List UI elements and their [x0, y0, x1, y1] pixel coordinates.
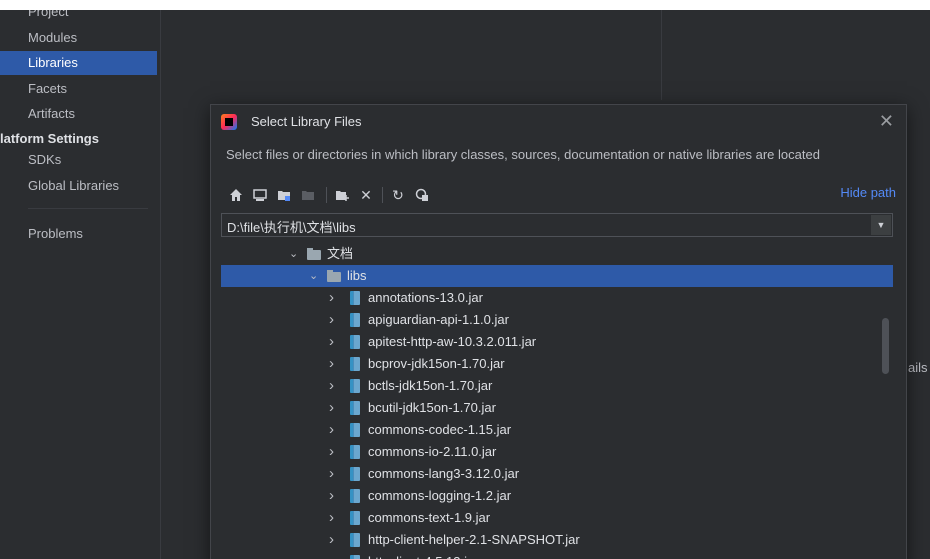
intellij-logo-icon [221, 114, 237, 130]
tree-row-jar[interactable]: › commons-text-1.9.jar [221, 507, 893, 529]
jar-icon [350, 511, 360, 525]
sidebar-item-libraries[interactable]: Libraries [0, 51, 157, 75]
chevron-right-icon[interactable]: › [329, 507, 334, 529]
dialog-title-bar: Select Library Files ✕ [211, 105, 906, 139]
tree-row-jar[interactable]: › http-client-helper-2.1-SNAPSHOT.jar [221, 529, 893, 551]
delete-icon[interactable]: ✕ [356, 185, 376, 205]
jar-icon [350, 445, 360, 459]
tree-row-jar[interactable]: › bcutil-jdk15on-1.70.jar [221, 397, 893, 419]
chevron-down-icon[interactable]: ⌄ [289, 243, 298, 265]
jar-icon [350, 489, 360, 503]
new-folder-icon[interactable] [332, 185, 352, 205]
toolbar-separator [326, 187, 327, 203]
sidebar-divider [28, 208, 148, 209]
jar-icon [350, 555, 360, 559]
tree-item-label: httpclient-4.5.13.jar [368, 551, 479, 559]
chevron-right-icon[interactable]: › [329, 419, 334, 441]
jar-icon [350, 379, 360, 393]
tree-row-jar[interactable]: › apitest-http-aw-10.3.2.011.jar [221, 331, 893, 353]
project-folder-icon[interactable] [274, 185, 294, 205]
tree-scrollbar[interactable] [882, 318, 889, 374]
path-input[interactable] [222, 214, 869, 238]
toolbar-separator [382, 187, 383, 203]
tree-item-label: commons-text-1.9.jar [368, 510, 491, 525]
tree-row-jar[interactable]: › httpclient-4.5.13.jar [221, 551, 893, 559]
tree-row-jar[interactable]: › commons-io-2.11.0.jar [221, 441, 893, 463]
chevron-down-icon[interactable]: ⌄ [309, 265, 318, 287]
tree-row-jar[interactable]: › commons-logging-1.2.jar [221, 485, 893, 507]
hide-path-link[interactable]: Hide path [840, 185, 896, 200]
jar-icon [350, 313, 360, 327]
file-chooser-toolbar: ✕ ↻ Hide path [226, 185, 896, 205]
tree-item-label: libs [347, 268, 367, 283]
chevron-right-icon[interactable]: › [329, 397, 334, 419]
tree-item-label: commons-lang3-3.12.0.jar [368, 466, 520, 481]
tree-item-label: http-client-helper-2.1-SNAPSHOT.jar [368, 532, 580, 547]
sidebar-item-global-libraries[interactable]: Global Libraries [28, 174, 119, 198]
sidebar-item-sdks[interactable]: SDKs [28, 148, 61, 172]
chevron-right-icon[interactable]: › [329, 331, 334, 353]
tree-item-label: bcprov-jdk15on-1.70.jar [368, 356, 505, 371]
tree-row-jar[interactable]: › bcprov-jdk15on-1.70.jar [221, 353, 893, 375]
chevron-right-icon[interactable]: › [329, 463, 334, 485]
chevron-right-icon[interactable]: › [329, 441, 334, 463]
chevron-down-icon[interactable]: ▼ [871, 215, 891, 235]
sidebar-item-project[interactable]: Project [28, 10, 68, 24]
sidebar-item-facets[interactable]: Facets [28, 77, 67, 101]
sidebar-item-artifacts[interactable]: Artifacts [28, 102, 75, 126]
dialog-title: Select Library Files [251, 114, 362, 129]
tree-item-label: bctls-jdk15on-1.70.jar [368, 378, 493, 393]
chevron-right-icon[interactable]: › [329, 309, 334, 331]
background-text-fragment: ails [908, 360, 928, 375]
desktop-icon[interactable] [250, 185, 270, 205]
jar-icon [350, 423, 360, 437]
jar-icon [350, 533, 360, 547]
tree-row-jar[interactable]: › bctls-jdk15on-1.70.jar [221, 375, 893, 397]
jar-icon [350, 291, 360, 305]
chevron-right-icon[interactable]: › [329, 485, 334, 507]
tree-item-label: bcutil-jdk15on-1.70.jar [368, 400, 496, 415]
chevron-right-icon[interactable]: › [329, 353, 334, 375]
folder-icon [327, 270, 341, 282]
module-folder-icon[interactable] [298, 185, 318, 205]
close-icon[interactable]: ✕ [879, 111, 894, 132]
tree-row-jar[interactable]: › apiguardian-api-1.1.0.jar [221, 309, 893, 331]
file-tree[interactable]: ⌄ 文档 ⌄ libs › annotations-13.0.jar › apigua… [221, 243, 893, 559]
tree-row-jar[interactable]: › annotations-13.0.jar [221, 287, 893, 309]
chevron-right-icon[interactable]: › [329, 551, 334, 559]
sidebar-item-modules[interactable]: Modules [28, 26, 77, 50]
tree-item-label: apiguardian-api-1.1.0.jar [368, 312, 509, 327]
tree-row-selected-folder[interactable]: ⌄ libs [221, 265, 893, 287]
select-library-files-dialog: Select Library Files ✕ Select files or d… [210, 104, 907, 559]
tree-item-label: commons-logging-1.2.jar [368, 488, 512, 503]
ide-window: Project Modules Libraries Facets Artifac… [0, 10, 930, 559]
show-hidden-icon[interactable] [412, 185, 432, 205]
dialog-description: Select files or directories in which lib… [226, 147, 820, 162]
refresh-icon[interactable]: ↻ [388, 185, 408, 205]
tree-row-parent-folder[interactable]: ⌄ 文档 [221, 243, 893, 265]
tree-item-label: 文档 [327, 246, 354, 261]
chevron-right-icon[interactable]: › [329, 287, 334, 309]
folder-icon [307, 248, 321, 260]
project-structure-sidebar: Project Modules Libraries Facets Artifac… [0, 10, 161, 559]
chevron-right-icon[interactable]: › [329, 529, 334, 551]
tree-row-jar[interactable]: › commons-codec-1.15.jar [221, 419, 893, 441]
panel-divider [661, 10, 662, 100]
tree-item-label: apitest-http-aw-10.3.2.011.jar [368, 334, 537, 349]
tree-item-label: annotations-13.0.jar [368, 290, 483, 305]
tree-item-label: commons-io-2.11.0.jar [368, 444, 497, 459]
tree-row-jar[interactable]: › commons-lang3-3.12.0.jar [221, 463, 893, 485]
path-combobox[interactable]: ▼ [221, 213, 893, 238]
jar-icon [350, 401, 360, 415]
jar-icon [350, 335, 360, 349]
home-icon[interactable] [226, 185, 246, 205]
sidebar-item-problems[interactable]: Problems [28, 222, 83, 246]
tree-item-label: commons-codec-1.15.jar [368, 422, 512, 437]
jar-icon [350, 467, 360, 481]
chevron-right-icon[interactable]: › [329, 375, 334, 397]
jar-icon [350, 357, 360, 371]
